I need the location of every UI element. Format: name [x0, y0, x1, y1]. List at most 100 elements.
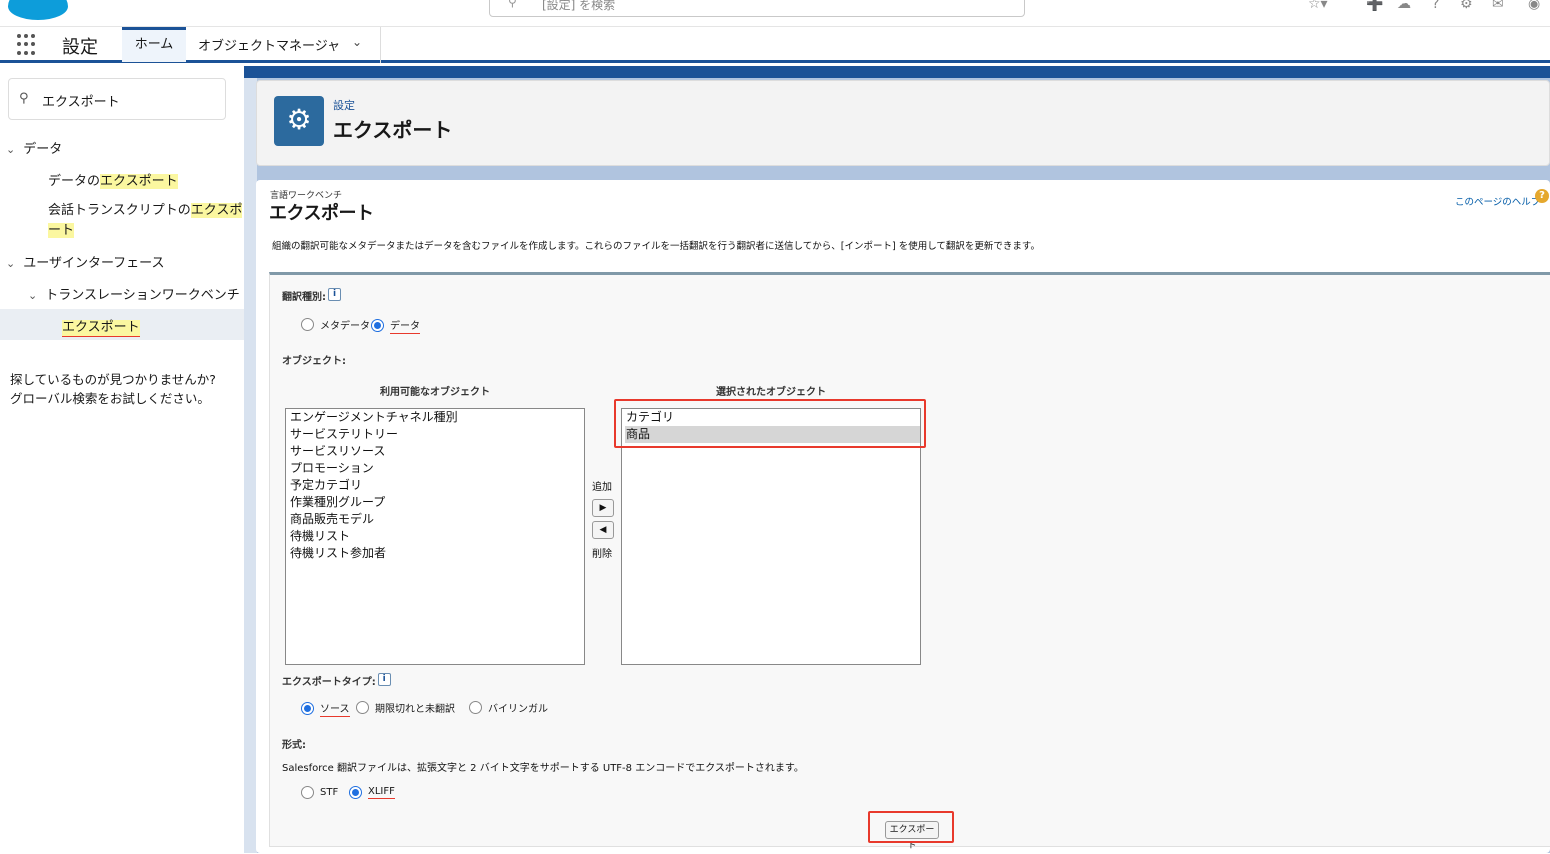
available-object-option[interactable]: 待機リスト	[289, 528, 584, 545]
radio-metadata[interactable]: メタデータ	[301, 317, 370, 332]
content-title: エクスポート	[269, 203, 374, 224]
app-nav-bar: 設定 ホーム オブジェクトマネージャ ⌄	[0, 27, 1550, 63]
global-search-input[interactable]: ⚲ [設定] を検索	[489, 0, 1025, 17]
available-objects-label: 利用可能なオブジェクト	[380, 387, 490, 398]
help-icon[interactable]: ?	[1535, 189, 1549, 203]
search-placeholder: [設定] を検索	[542, 0, 616, 12]
radio-source[interactable]: ソース	[301, 700, 350, 717]
gear-icon: ⚙	[274, 96, 324, 146]
avatar[interactable]: ◉	[1528, 0, 1540, 12]
page-description: 組織の翻訳可能なメタデータまたはデータを含むファイルを作成します。これらのファイ…	[272, 241, 1040, 252]
label-text: エクスポートタイプ:	[282, 677, 376, 688]
available-object-option[interactable]: エンゲージメントチャネル種別	[289, 409, 584, 426]
page-header-subtitle: 設定	[333, 99, 355, 112]
radio-outdated[interactable]: 期限切れと未翻訳	[356, 700, 455, 715]
add-button[interactable]: ▶	[592, 499, 614, 517]
content-panel: 言語ワークベンチ エクスポート このページのヘルプ ? 組織の翻訳可能なメタデー…	[256, 180, 1550, 853]
info-icon[interactable]: i	[328, 288, 341, 301]
export-type-label: エクスポートタイプ: i	[282, 673, 391, 688]
tree-item-conversation-export[interactable]: 会話トランスクリプトのエクスポート	[48, 201, 244, 241]
radio-bilingual[interactable]: バイリンガル	[469, 700, 548, 715]
main-stripe	[244, 66, 1550, 78]
salesforce-logo[interactable]	[8, 0, 68, 20]
bell-icon[interactable]: ✉	[1492, 0, 1504, 12]
help-link[interactable]: このページのヘルプ	[1455, 194, 1540, 208]
tree-item-highlight: エクスポート	[62, 320, 140, 337]
page-header: ⚙ 設定 エクスポート	[256, 80, 1550, 166]
radio-label: データ	[390, 317, 420, 334]
radio-button[interactable]	[371, 319, 384, 332]
tree-item-label: データの	[48, 174, 101, 189]
app-name: 設定	[62, 37, 98, 58]
add-icon[interactable]: ➕	[1366, 0, 1383, 12]
tab-divider	[380, 27, 381, 63]
radio-button[interactable]	[301, 318, 314, 331]
tree-item-highlight: エクスポ	[190, 203, 243, 218]
tree-section-label: ユーザインターフェース	[23, 256, 165, 271]
quick-find-input[interactable]: ⚲ エクスポート	[8, 78, 226, 120]
available-object-option[interactable]: プロモーション	[289, 460, 584, 477]
radio-label: バイリンガル	[488, 704, 548, 715]
favorites-icon[interactable]: ☆▾	[1308, 0, 1328, 12]
hint-line: グローバル検索をお試しください。	[10, 391, 210, 406]
setup-sidebar: ⚲ エクスポート ⌄ データ データのエクスポート 会話トランスクリプトのエクスポ…	[0, 66, 244, 853]
quick-find-value: エクスポート	[42, 95, 120, 110]
translation-type-label: 翻訳種別: i	[282, 288, 341, 303]
available-object-option[interactable]: 待機リスト参加者	[289, 545, 584, 562]
tree-item-highlight: ート	[48, 223, 75, 238]
not-found-hint: 探しているものが見つかりませんか? グローバル検索をお試しください。	[10, 370, 216, 408]
format-note: Salesforce 翻訳ファイルは、拡張文字と 2 バイト文字をサポートする …	[282, 763, 804, 774]
tab-home[interactable]: ホーム	[122, 27, 186, 62]
available-object-option[interactable]: サービスリソース	[289, 443, 584, 460]
app-launcher-icon[interactable]	[17, 34, 39, 56]
radio-xliff[interactable]: XLIFF	[349, 786, 395, 799]
tree-item-tw-export[interactable]: エクスポート	[62, 316, 140, 337]
chevron-down-icon: ⌄	[6, 257, 16, 270]
tab-object-manager[interactable]: オブジェクトマネージャ	[198, 35, 340, 54]
chevron-down-icon[interactable]: ⌄	[352, 35, 362, 49]
radio-button[interactable]	[356, 701, 369, 714]
radio-button[interactable]	[469, 701, 482, 714]
selected-objects-label: 選択されたオブジェクト	[716, 387, 826, 398]
available-object-option[interactable]: サービステリトリー	[289, 426, 584, 443]
page-title: エクスポート	[333, 118, 453, 142]
radio-label: STF	[320, 787, 339, 798]
tree-item-label: 会話トランスクリプトの	[48, 203, 191, 218]
radio-button[interactable]	[301, 786, 314, 799]
remove-button[interactable]: ◀	[592, 521, 614, 539]
available-object-option[interactable]: 予定カテゴリ	[289, 477, 584, 494]
available-objects-list[interactable]: エンゲージメントチャネル種別 サービステリトリー サービスリソース プロモーション 予定…	[285, 408, 585, 665]
hint-line: 探しているものが見つかりませんか?	[10, 372, 216, 387]
objects-label: オブジェクト:	[282, 356, 346, 367]
add-label: 追加	[592, 482, 612, 493]
tree-item-data-export[interactable]: データのエクスポート	[48, 170, 178, 189]
search-icon: ⚲	[19, 91, 29, 106]
tree-section-data[interactable]: ⌄ データ	[6, 138, 62, 157]
highlight-selected-box	[614, 399, 926, 448]
available-object-option[interactable]: 作業種別グループ	[289, 494, 584, 511]
tree-item-label: トランスレーションワークベンチ	[45, 288, 240, 303]
help-icon[interactable]: ?	[1432, 0, 1439, 12]
radio-button[interactable]	[301, 702, 314, 715]
radio-button[interactable]	[349, 786, 362, 799]
radio-stf[interactable]: STF	[301, 786, 338, 799]
chevron-down-icon: ⌄	[28, 289, 38, 302]
tree-section-label: データ	[23, 142, 63, 157]
available-object-option[interactable]: 商品販売モデル	[289, 511, 584, 528]
radio-label: XLIFF	[368, 786, 395, 799]
tree-item-translation-workbench[interactable]: ⌄ トランスレーションワークベンチ	[28, 284, 240, 303]
radio-label: メタデータ	[320, 321, 370, 332]
gear-icon[interactable]: ⚙	[1460, 0, 1473, 12]
radio-label: 期限切れと未翻訳	[375, 704, 455, 715]
export-form: 翻訳種別: i メタデータ データ オブジェクト: 利用可能なオブジェクト 選択さ…	[269, 272, 1550, 851]
label-text: 翻訳種別:	[282, 292, 326, 303]
highlight-export-button	[868, 811, 954, 843]
info-icon[interactable]: i	[377, 673, 391, 686]
tree-section-ui[interactable]: ⌄ ユーザインターフェース	[6, 252, 165, 271]
search-icon: ⚲	[508, 0, 517, 9]
radio-label: ソース	[320, 700, 350, 717]
radio-data[interactable]: データ	[371, 317, 420, 334]
global-header: ⚲ [設定] を検索 ☆▾ ➕ ☁ ? ⚙ ✉ ◉	[0, 0, 1550, 27]
trailhead-icon[interactable]: ☁	[1397, 0, 1411, 12]
remove-label: 削除	[592, 549, 612, 560]
